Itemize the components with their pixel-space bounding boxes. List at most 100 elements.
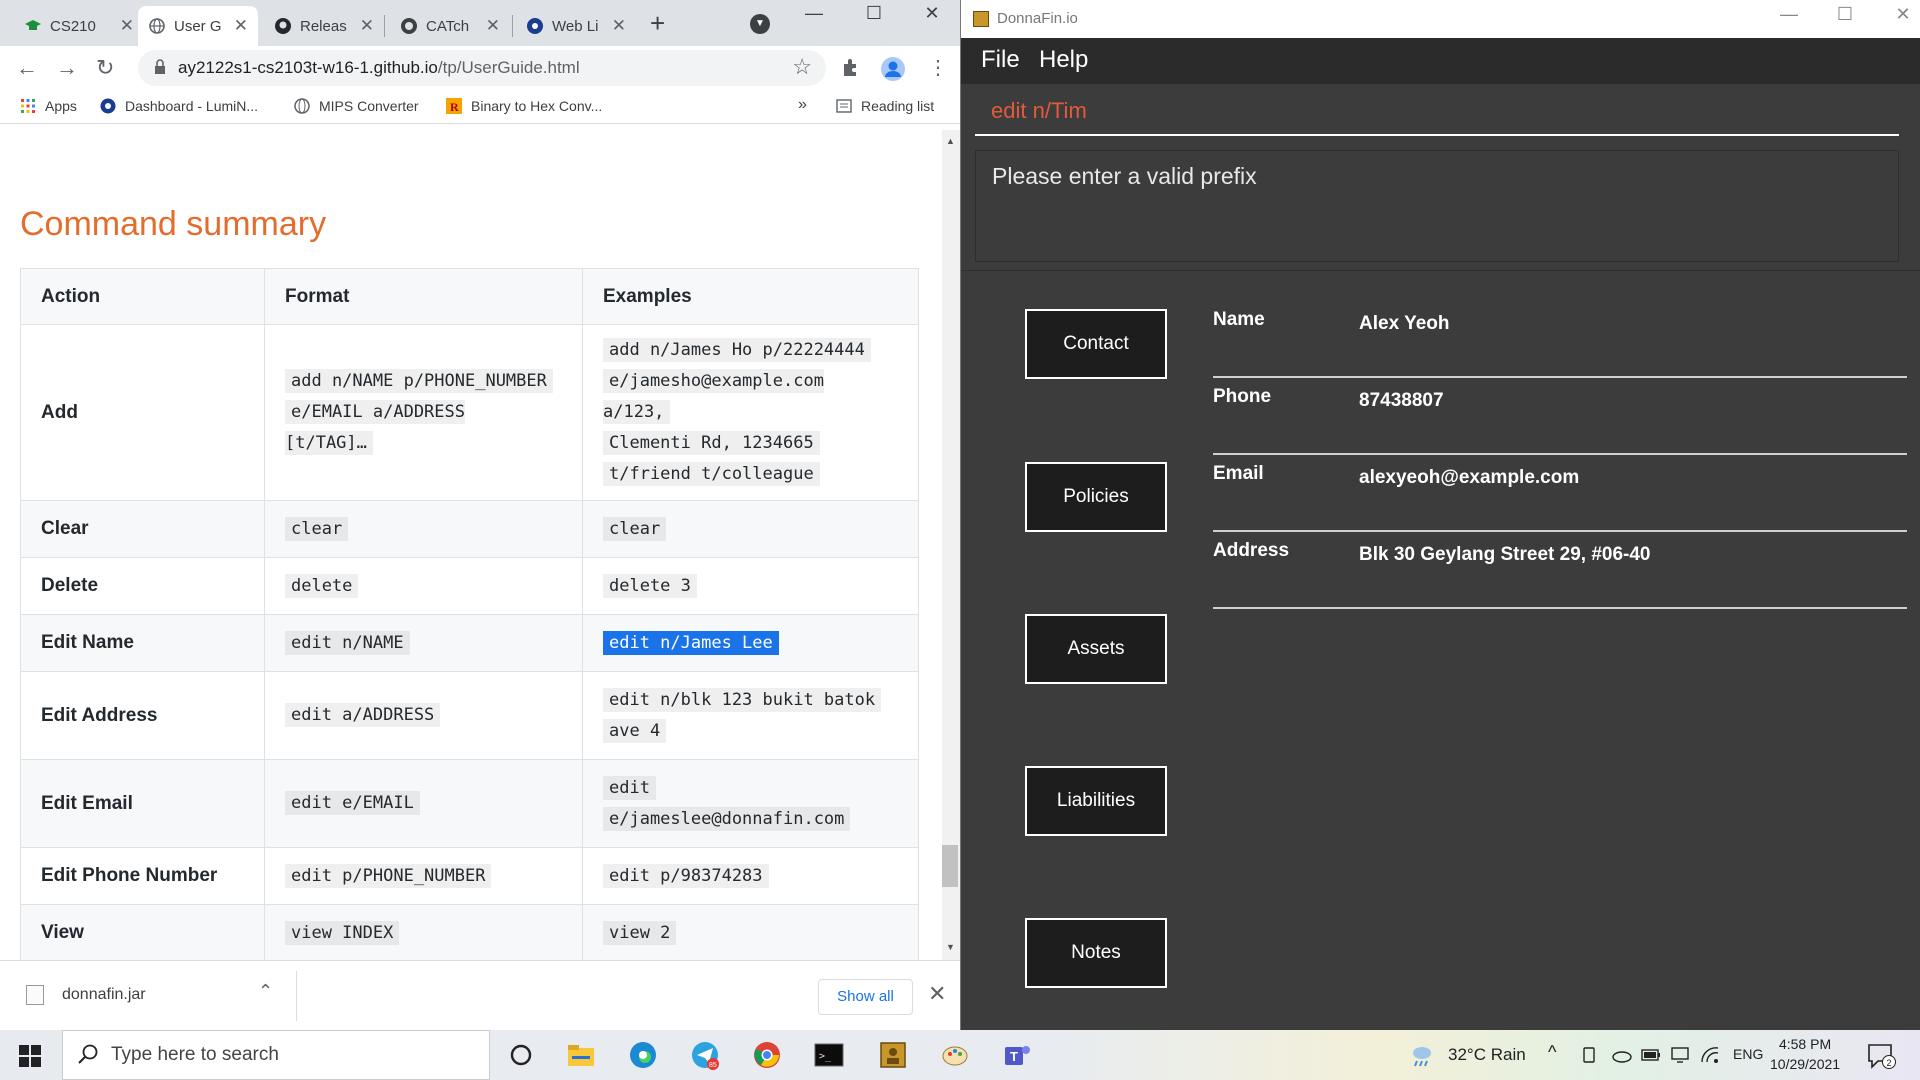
- tab-releases[interactable]: Releas ✕: [264, 6, 384, 46]
- tab-contact[interactable]: Contact: [1025, 309, 1167, 379]
- examples-cell: add n/James Ho p/22224444 e/jamesho@examp…: [582, 324, 919, 501]
- bookmark-apps[interactable]: Apps: [20, 98, 77, 114]
- cortana-icon[interactable]: [506, 1040, 536, 1070]
- close-icon[interactable]: ✕: [234, 16, 248, 36]
- profile-avatar-icon[interactable]: [880, 56, 906, 82]
- extensions-icon[interactable]: [840, 56, 862, 78]
- display-icon[interactable]: [1670, 1046, 1690, 1064]
- close-window-button[interactable]: ✕: [1875, 4, 1920, 25]
- clock[interactable]: 4:58 PM 10/29/2021: [1770, 1034, 1840, 1074]
- close-icon[interactable]: ✕: [360, 16, 374, 36]
- notification-icon[interactable]: 2: [1866, 1042, 1896, 1070]
- svg-text:85: 85: [709, 1062, 717, 1069]
- svg-text:R: R: [450, 100, 459, 114]
- bookmark-binary-to-hex[interactable]: R Binary to Hex Conv...: [446, 98, 602, 114]
- chevron-up-icon[interactable]: ⌃: [258, 981, 273, 1002]
- field-value[interactable]: 87438807: [1359, 390, 1444, 412]
- show-all-button[interactable]: Show all: [818, 979, 913, 1015]
- tab-label: Releas: [300, 17, 347, 35]
- onedrive-icon[interactable]: [1610, 1046, 1632, 1064]
- tab-search-icon[interactable]: ▼: [750, 14, 770, 34]
- file-explorer-icon[interactable]: [566, 1040, 596, 1070]
- command-input[interactable]: edit n/Tim: [975, 92, 1899, 136]
- scroll-down-arrow[interactable]: ▼: [946, 942, 955, 952]
- tab-cs2103[interactable]: CS210 ✕: [14, 6, 144, 46]
- reload-icon[interactable]: ↻: [96, 54, 114, 82]
- browser-window: CS210 ✕ User G ✕ Releas ✕ CATch ✕ Web Li…: [0, 0, 960, 1030]
- battery-icon[interactable]: [1640, 1046, 1662, 1064]
- weather-text[interactable]: 32°C Rain: [1448, 1045, 1526, 1065]
- close-icon[interactable]: ✕: [120, 16, 134, 36]
- field-value[interactable]: Alex Yeoh: [1359, 313, 1449, 335]
- download-item[interactable]: donnafin.jar: [26, 985, 146, 1005]
- minimize-button[interactable]: —: [786, 0, 842, 30]
- menu-help[interactable]: Help: [1039, 46, 1088, 74]
- bookmark-star-icon[interactable]: ☆: [792, 54, 812, 80]
- chevron-up-icon[interactable]: ^: [1548, 1042, 1556, 1063]
- device-icon[interactable]: [1580, 1046, 1598, 1064]
- close-icon[interactable]: ✕: [928, 981, 946, 1007]
- bookmark-dashboard[interactable]: Dashboard - LumiN...: [100, 98, 258, 114]
- format-cell: delete: [264, 557, 583, 615]
- scrollbar-track[interactable]: [942, 130, 960, 960]
- teams-icon[interactable]: T: [1002, 1040, 1032, 1070]
- tab-notes[interactable]: Notes: [1025, 918, 1167, 988]
- menu-icon[interactable]: ⋮: [928, 54, 948, 82]
- close-icon[interactable]: ✕: [486, 16, 500, 36]
- bookmark-mips-converter[interactable]: MIPS Converter: [294, 98, 419, 114]
- maximize-button[interactable]: ☐: [846, 0, 902, 30]
- lock-icon: [155, 59, 165, 74]
- tab-catcher[interactable]: CATch ✕: [390, 6, 510, 46]
- scroll-up-arrow[interactable]: ▲: [946, 136, 955, 146]
- paint-icon[interactable]: [940, 1040, 970, 1070]
- format-cell: edit e/EMAIL: [264, 759, 583, 848]
- tab-web-lit[interactable]: Web Li ✕: [516, 6, 636, 46]
- svg-text:T: T: [1010, 1049, 1018, 1064]
- back-icon[interactable]: ←: [16, 54, 38, 82]
- clock-time: 4:58 PM: [1778, 1036, 1832, 1052]
- tab-policies[interactable]: Policies: [1025, 462, 1167, 532]
- weather-rain-icon[interactable]: [1408, 1042, 1434, 1068]
- svg-text:2: 2: [1887, 1058, 1892, 1068]
- examples-cell: edit n/James Lee: [582, 614, 919, 672]
- selected-text[interactable]: edit n/James Lee: [603, 630, 779, 655]
- donnafin-taskbar-icon[interactable]: [878, 1040, 908, 1070]
- bookmarks-bar: Apps Dashboard - LumiN... MIPS Converter…: [0, 92, 960, 124]
- terminal-icon[interactable]: >_: [814, 1040, 844, 1070]
- forward-icon[interactable]: →: [56, 54, 78, 82]
- close-window-button[interactable]: ✕: [904, 0, 960, 30]
- table-row: Edit Name edit n/NAME edit n/James Lee: [20, 614, 919, 672]
- menu-file[interactable]: File: [981, 46, 1020, 74]
- donnafin-window: DonnaFin.io — ☐ ✕ File Help edit n/Tim P…: [960, 0, 1920, 1030]
- web-app-icon: [527, 18, 543, 34]
- rapidtables-icon: R: [446, 98, 462, 114]
- telegram-icon[interactable]: 85: [690, 1040, 720, 1070]
- column-header: Action: [20, 268, 265, 325]
- tab-strip: CS210 ✕ User G ✕ Releas ✕ CATch ✕ Web Li…: [0, 0, 960, 46]
- maximize-button[interactable]: ☐: [1817, 4, 1873, 25]
- address-bar[interactable]: ay2122s1-cs2103t-w16-1.github.io/tp/User…: [138, 50, 826, 86]
- tab-liabilities[interactable]: Liabilities: [1025, 766, 1167, 836]
- tab-assets[interactable]: Assets: [1025, 614, 1167, 684]
- globe-icon: [294, 98, 310, 114]
- examples-cell: edit e/jameslee@donnafin.com: [582, 759, 919, 848]
- reading-list-button[interactable]: Reading list: [836, 98, 934, 114]
- examples-cell: view 2: [582, 904, 919, 960]
- search-placeholder: Type here to search: [111, 1044, 279, 1065]
- scrollbar-thumb[interactable]: [942, 845, 958, 887]
- new-tab-button[interactable]: +: [650, 10, 665, 36]
- table-row: Clear clear clear: [20, 500, 919, 558]
- url-text: ay2122s1-cs2103t-w16-1.github.io/tp/User…: [178, 58, 580, 77]
- bookmarks-overflow-button[interactable]: »: [798, 96, 807, 114]
- close-icon[interactable]: ✕: [612, 16, 626, 36]
- language-indicator[interactable]: ENG: [1733, 1046, 1763, 1062]
- windows-start-icon[interactable]: [18, 1044, 42, 1068]
- wifi-icon[interactable]: [1700, 1046, 1720, 1064]
- field-value[interactable]: Blk 30 Geylang Street 29, #06-40: [1359, 544, 1651, 566]
- field-value[interactable]: alexyeoh@example.com: [1359, 467, 1579, 489]
- minimize-button[interactable]: —: [1761, 4, 1817, 25]
- taskbar-search[interactable]: Type here to search: [62, 1030, 490, 1080]
- edge-icon[interactable]: [628, 1040, 658, 1070]
- tab-user-guide[interactable]: User G ✕: [138, 6, 258, 46]
- chrome-icon[interactable]: [752, 1040, 782, 1070]
